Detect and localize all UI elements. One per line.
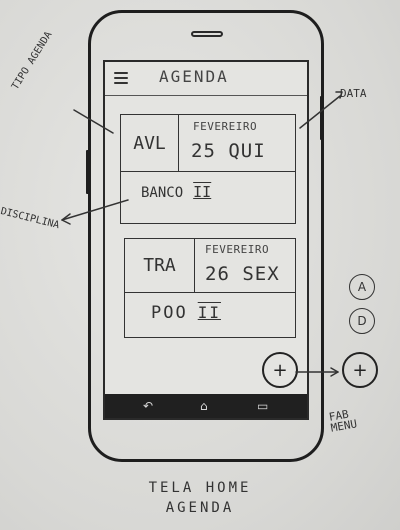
caption-line-2: AGENDA	[165, 500, 235, 516]
caption-line-1: TELA HOME	[148, 480, 252, 496]
annotation-arrows	[61, 91, 343, 377]
arrow-tipo-agenda	[73, 109, 114, 134]
arrow-data	[299, 95, 341, 129]
arrow-disciplina	[61, 199, 129, 221]
